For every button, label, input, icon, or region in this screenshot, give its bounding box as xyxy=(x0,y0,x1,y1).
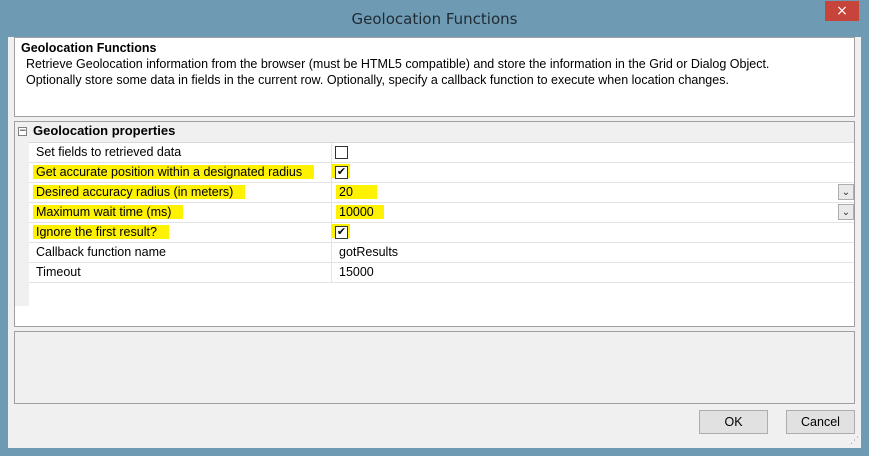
column-divider xyxy=(331,263,332,283)
property-row[interactable]: Callback function name gotResults xyxy=(29,243,854,263)
property-label: Timeout xyxy=(36,265,81,279)
checkbox-unchecked[interactable] xyxy=(335,146,348,159)
property-row[interactable]: Desired accuracy radius (in meters) 20 ⌄ xyxy=(29,183,854,203)
property-label: Maximum wait time (ms) xyxy=(33,205,184,219)
property-row[interactable]: Set fields to retrieved data xyxy=(29,143,854,163)
dialog-client: Geolocation Functions Retrieve Geolocati… xyxy=(8,37,861,448)
column-divider xyxy=(331,183,332,203)
chevron-down-icon[interactable]: ⌄ xyxy=(838,204,854,220)
property-grid: − Geolocation properties Set fields to r… xyxy=(14,121,855,327)
description-line-1: Retrieve Geolocation information from th… xyxy=(26,57,770,71)
property-value[interactable]: 10000 xyxy=(336,205,384,219)
close-icon: × xyxy=(836,3,848,19)
column-divider xyxy=(331,243,332,263)
column-divider xyxy=(331,143,332,163)
property-row[interactable]: Timeout 15000 xyxy=(29,263,854,283)
checkbox-checked[interactable]: ✔ xyxy=(335,226,348,239)
resize-grip-icon[interactable]: ⋰ xyxy=(850,436,859,446)
ok-button[interactable]: OK xyxy=(699,410,768,434)
property-value[interactable]: gotResults xyxy=(336,245,401,259)
grid-gutter xyxy=(15,142,29,306)
category-header[interactable]: − Geolocation properties xyxy=(15,122,854,143)
title-bar[interactable]: Geolocation Functions × xyxy=(0,0,869,38)
property-value[interactable]: 15000 xyxy=(336,265,377,279)
property-label: Ignore the first result? xyxy=(33,225,169,239)
chevron-down-icon[interactable]: ⌄ xyxy=(838,184,854,200)
window-title: Geolocation Functions xyxy=(351,10,518,28)
checkbox-checked[interactable]: ✔ xyxy=(335,166,348,179)
property-row[interactable]: Ignore the first result? ✔ xyxy=(29,223,854,243)
property-label: Get accurate position within a designate… xyxy=(33,165,315,179)
column-divider xyxy=(331,203,332,223)
collapse-icon[interactable]: − xyxy=(18,127,27,136)
description-title: Geolocation Functions xyxy=(21,41,157,55)
close-button[interactable]: × xyxy=(825,1,859,21)
description-line-2: Optionally store some data in fields in … xyxy=(26,73,729,87)
category-label: Geolocation properties xyxy=(33,123,176,138)
property-label: Desired accuracy radius (in meters) xyxy=(33,185,246,199)
property-label: Callback function name xyxy=(36,245,166,259)
dialog-window: Geolocation Functions × Geolocation Func… xyxy=(0,0,869,456)
description-panel: Geolocation Functions Retrieve Geolocati… xyxy=(14,37,855,117)
help-panel xyxy=(14,331,855,404)
property-label: Set fields to retrieved data xyxy=(36,145,182,159)
property-row[interactable]: Maximum wait time (ms) 10000 ⌄ xyxy=(29,203,854,223)
property-value[interactable]: 20 xyxy=(336,185,377,199)
property-row[interactable]: Get accurate position within a designate… xyxy=(29,163,854,183)
cancel-button[interactable]: Cancel xyxy=(786,410,855,434)
